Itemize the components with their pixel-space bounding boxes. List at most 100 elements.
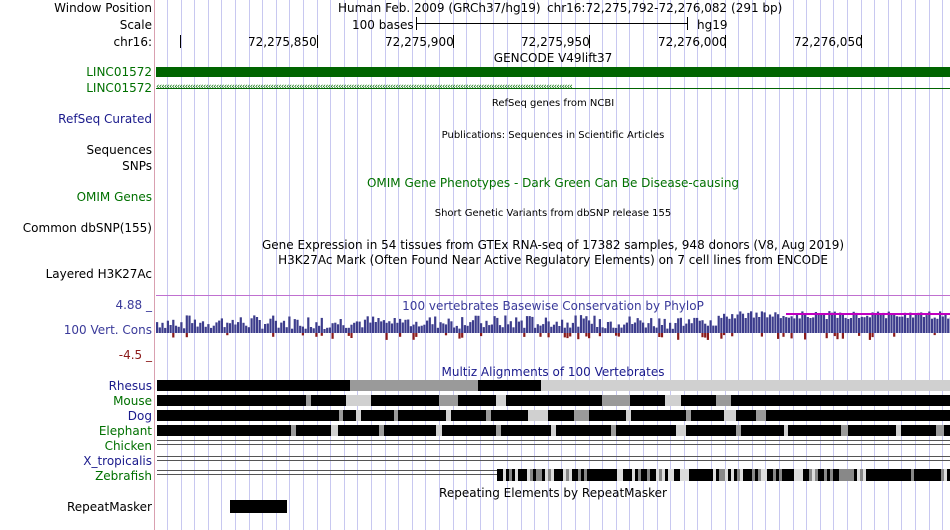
alignment-gap (686, 410, 691, 421)
dbsnp-track-title: Short Genetic Variants from dbSNP releas… (434, 208, 672, 219)
cons-bar (604, 328, 607, 333)
cons-bar-negative (539, 333, 542, 337)
gencode-strand-arrows: ‹‹‹‹‹‹‹‹‹‹‹‹‹‹‹‹‹‹‹‹‹‹‹‹‹‹‹‹‹‹‹‹‹‹‹‹‹‹‹‹… (156, 82, 573, 92)
cons-bar (771, 316, 774, 333)
gencode-gene-block[interactable] (156, 67, 950, 77)
cons-bar (644, 327, 647, 333)
repeat-element[interactable] (230, 500, 287, 513)
position-text[interactable]: chr16:72,275,792-72,276,082 (291 bp) (547, 1, 782, 15)
zebrafish-block (602, 469, 605, 481)
cons-bar (566, 322, 569, 333)
label-separator (154, 0, 155, 530)
cons-bar-negative (320, 333, 323, 336)
cons-bar (917, 312, 920, 333)
cons-bar-negative (315, 333, 318, 337)
gencode-label-2[interactable]: LINC01572 (86, 81, 152, 95)
gencode-label-1[interactable]: LINC01572 (86, 65, 152, 79)
species-label-dog[interactable]: Dog (128, 409, 152, 423)
cons-bar (253, 315, 256, 333)
zebrafish-block (884, 469, 887, 481)
cons-bar (485, 320, 488, 333)
dbsnp-label[interactable]: Common dbSNP(155) (23, 221, 152, 235)
cons-bar (550, 326, 553, 333)
omim-label[interactable]: OMIM Genes (77, 190, 152, 204)
publications-label[interactable]: Sequences (87, 143, 152, 157)
zebrafish-block (599, 469, 602, 481)
cons-bar (388, 321, 391, 333)
multiz-alignment-blocks[interactable] (156, 378, 950, 484)
zebrafish-block (611, 469, 614, 481)
alignment-line (157, 444, 950, 445)
cons-bar (636, 318, 639, 333)
zebrafish-block (929, 469, 932, 481)
zebrafish-block (857, 469, 860, 481)
zebrafish-block (737, 469, 740, 481)
zebrafish-block (608, 469, 611, 481)
cons-bar-negative (569, 333, 572, 337)
alignment-gap (756, 410, 766, 421)
repeatmasker-label[interactable]: RepeatMasker (67, 500, 152, 514)
snps-label[interactable]: SNPs (122, 159, 152, 173)
cons-bar (501, 327, 504, 333)
h3k27ac-label[interactable]: Layered H3K27Ac (46, 267, 152, 281)
species-label-elephant[interactable]: Elephant (99, 424, 152, 438)
zebrafish-block (566, 469, 569, 481)
cons-bar (588, 320, 591, 333)
cons-bar-negative (412, 333, 415, 340)
cons-bar (369, 322, 372, 333)
alignment-gap (394, 410, 398, 421)
cons-bar (544, 317, 547, 333)
alignment-gap (611, 425, 616, 436)
ruler-label: 72,276,050 (794, 35, 863, 49)
cons-bar (547, 321, 550, 333)
zebrafish-block (569, 469, 572, 481)
alignment-gap (528, 410, 548, 421)
cons-bar (212, 325, 215, 333)
alignment-gap (936, 425, 944, 436)
cons-bar-negative (731, 333, 734, 337)
cons-bar (291, 328, 294, 333)
cons-bar (849, 318, 853, 333)
species-label-chicken[interactable]: Chicken (105, 439, 152, 453)
conservation-wiggle[interactable] (156, 306, 950, 348)
cons-bar (361, 327, 364, 333)
cons-bar-negative (301, 333, 304, 336)
zebrafish-block (734, 469, 737, 481)
cons-bar (766, 317, 769, 333)
cons-bar (723, 313, 726, 333)
zebrafish-block (743, 469, 746, 481)
cons-bar (658, 318, 661, 333)
ruler-tick (861, 35, 862, 48)
alignment-line (157, 470, 497, 471)
species-label-mouse[interactable]: Mouse (113, 394, 152, 408)
cons-bar-negative (841, 333, 844, 339)
cons-bar (423, 324, 426, 333)
cons-bar-negative (615, 333, 618, 336)
cons-bar (490, 324, 493, 333)
zebrafish-block (746, 469, 749, 481)
cons-bar (812, 317, 815, 333)
zebrafish-block (935, 469, 938, 481)
h3k27ac-signal-line (156, 295, 950, 296)
zebrafish-block (515, 469, 518, 481)
species-label-x-tropicalis[interactable]: X_tropicalis (83, 454, 152, 468)
refseq-label[interactable]: RefSeq Curated (58, 112, 152, 126)
cons-bar (185, 315, 188, 333)
zebrafish-block (809, 469, 812, 481)
alignment-gap (841, 425, 848, 436)
cons-bar (531, 316, 534, 333)
cons-bar (358, 321, 361, 333)
cons-bar (895, 316, 898, 333)
cons-bar (893, 313, 896, 333)
cons-label[interactable]: 100 Vert. Cons (64, 323, 152, 337)
species-label-zebrafish[interactable]: Zebrafish (95, 469, 152, 483)
alignment-gap (896, 425, 901, 436)
zebrafish-block (554, 469, 557, 481)
zebrafish-block (641, 469, 644, 481)
cons-bar (758, 317, 761, 333)
cons-bar (820, 313, 823, 333)
species-label-rhesus[interactable]: Rhesus (109, 379, 152, 393)
cons-bar-negative (933, 333, 936, 336)
cons-bar (617, 324, 620, 333)
cons-bar (690, 323, 693, 333)
